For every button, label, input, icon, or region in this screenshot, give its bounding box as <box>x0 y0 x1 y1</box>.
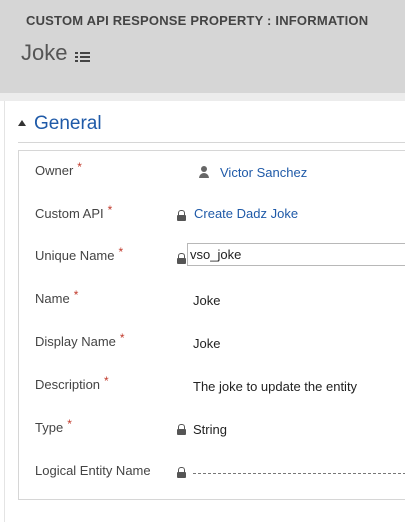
header-divider <box>0 93 405 101</box>
user-icon <box>199 166 209 178</box>
empty-value-placeholder <box>193 473 405 474</box>
name-value[interactable]: Joke <box>193 293 220 308</box>
field-name: Name * Joke <box>19 288 405 321</box>
owner-link[interactable]: Victor Sanchez <box>220 165 307 180</box>
description-value[interactable]: The joke to update the entity <box>193 379 357 394</box>
field-unique-name: Unique Name * vso_joke <box>19 243 405 278</box>
type-value: String <box>193 422 227 437</box>
lock-icon <box>177 424 186 435</box>
field-display-name: Display Name * Joke <box>19 331 405 364</box>
description-label: Description <box>35 377 101 392</box>
form-header: CUSTOM API RESPONSE PROPERTY : INFORMATI… <box>0 0 405 93</box>
unique-name-input[interactable]: vso_joke <box>187 243 405 266</box>
section-divider <box>18 142 405 143</box>
lock-icon <box>177 467 186 478</box>
general-fields: Owner * Victor Sanchez Custom API * Create… <box>18 150 405 500</box>
required-marker: * <box>77 160 82 174</box>
unique-name-label: Unique Name <box>35 248 115 263</box>
field-description: Description * The joke to update the enti… <box>19 374 405 407</box>
required-marker: * <box>67 417 72 431</box>
required-marker: * <box>119 331 125 345</box>
display-name-value[interactable]: Joke <box>193 336 220 351</box>
display-name-label: Display Name <box>35 334 116 349</box>
field-owner: Owner * Victor Sanchez <box>19 160 405 193</box>
section-title: General <box>34 113 102 134</box>
logical-entity-name-label: Logical Entity Name <box>35 463 151 478</box>
entity-title: CUSTOM API RESPONSE PROPERTY : INFORMATI… <box>26 13 369 28</box>
owner-label: Owner <box>35 163 74 178</box>
type-label: Type <box>35 420 64 435</box>
collapse-triangle-icon[interactable] <box>18 120 26 126</box>
lock-icon <box>177 253 186 264</box>
custom-api-label: Custom API <box>35 206 104 221</box>
custom-api-link[interactable]: Create Dadz Joke <box>194 206 298 221</box>
record-name: Joke <box>21 40 68 65</box>
required-marker: * <box>118 245 124 259</box>
lock-icon <box>177 210 186 221</box>
field-type: Type * String <box>19 417 405 450</box>
required-marker: * <box>73 288 79 302</box>
field-custom-api: Custom API * Create Dadz Joke <box>19 203 405 236</box>
required-marker: * <box>107 203 113 217</box>
name-label: Name <box>35 291 70 306</box>
field-logical-entity-name: Logical Entity Name <box>19 463 405 493</box>
required-marker: * <box>104 374 109 388</box>
hamburger-menu-icon[interactable] <box>75 52 93 63</box>
